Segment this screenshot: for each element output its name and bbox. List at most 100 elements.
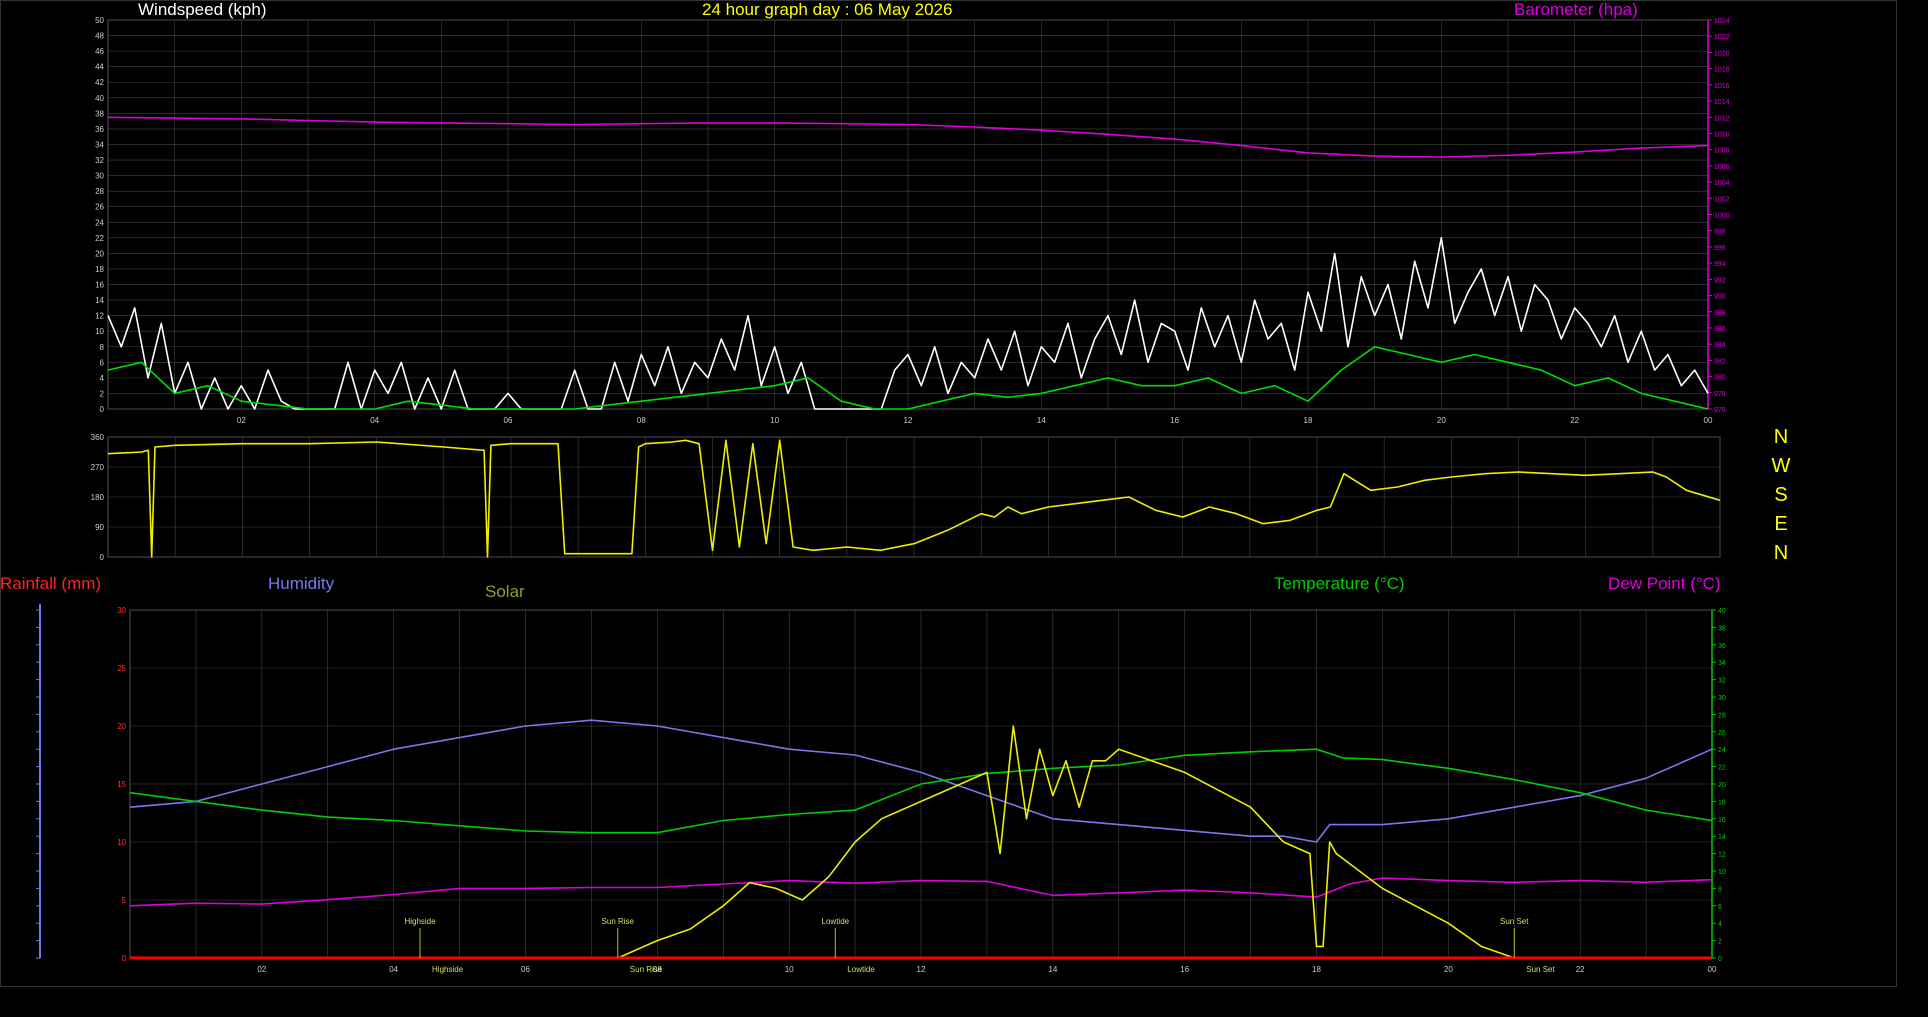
y2-tick-label: 976 (1714, 407, 1726, 414)
x-tick-label: 04 (389, 965, 398, 974)
y-tick-label: 36 (95, 125, 104, 134)
y-tick-label: 40 (95, 94, 104, 103)
y2-tick-label: 988 (1714, 310, 1726, 317)
humidity-label: Humidity (268, 574, 335, 593)
x-tick-label: 12 (917, 965, 926, 974)
y2-tick-label: 20 (1718, 782, 1726, 789)
y-tick-label: 50 (95, 16, 104, 25)
x-tick-label: 00 (1704, 416, 1713, 425)
x-tick-label: 12 (904, 416, 913, 425)
climate-panel: 0510152025300246810121416182022242628303… (36, 604, 1726, 974)
y2-tick-label: 992 (1714, 277, 1726, 284)
y-tick-label: 48 (95, 32, 104, 41)
y-tick-label: 0 (122, 954, 127, 963)
y-tick-label: 2 (100, 389, 105, 398)
barometer-label: Barometer (hpa) (1514, 0, 1638, 19)
y2-tick-label: 990 (1714, 294, 1726, 301)
y-tick-label: 32 (95, 156, 104, 165)
wind-panel: 0246810121416182022242628303234363840424… (95, 16, 1730, 425)
event-axis-label: Sun Set (1526, 965, 1555, 974)
y-tick-label: 0 (100, 405, 105, 414)
y2-tick-label: 32 (1718, 678, 1726, 685)
compass-e: E (1774, 513, 1788, 535)
y2-tick-label: 980 (1714, 375, 1726, 382)
y-tick-label: 8 (100, 343, 105, 352)
y2-tick-label: 994 (1714, 261, 1726, 268)
y2-tick-label: 8 (1718, 886, 1722, 893)
y2-tick-label: 1012 (1714, 115, 1730, 122)
x-tick-label: 22 (1576, 965, 1585, 974)
y2-tick-label: 1018 (1714, 67, 1730, 74)
y-tick-label: 24 (95, 218, 104, 227)
x-tick-label: 00 (1708, 965, 1717, 974)
y-tick-label: 360 (91, 433, 105, 442)
y-tick-label: 10 (95, 327, 104, 336)
y2-tick-label: 38 (1718, 625, 1726, 632)
compass-n-bottom: N (1773, 542, 1789, 564)
x-tick-label: 10 (785, 965, 794, 974)
x-tick-label: 14 (1037, 416, 1046, 425)
y-tick-label: 46 (95, 47, 104, 56)
y2-tick-label: 22 (1718, 765, 1726, 772)
event-axis-label: Highside (432, 965, 464, 974)
y2-tick-label: 14 (1718, 834, 1726, 841)
graph-title: 24 hour graph day : 06 May 2026 (702, 0, 953, 19)
y2-tick-label: 1000 (1714, 213, 1730, 220)
event-label: Highside (404, 917, 436, 926)
y-tick-label: 18 (95, 265, 104, 274)
y2-tick-label: 1002 (1714, 196, 1730, 203)
y2-tick-label: 10 (1718, 869, 1726, 876)
y2-tick-label: 18 (1718, 799, 1726, 806)
y2-tick-label: 40 (1718, 608, 1726, 615)
y2-tick-label: 1020 (1714, 50, 1730, 57)
windspeed-label: Windspeed (kph) (138, 0, 267, 19)
y2-tick-label: 30 (1718, 695, 1726, 702)
y-tick-label: 25 (117, 664, 126, 673)
x-tick-label: 10 (770, 416, 779, 425)
event-axis-label: Lowtide (847, 965, 875, 974)
y-tick-label: 15 (117, 780, 126, 789)
y2-tick-label: 36 (1718, 643, 1726, 650)
compass-w: W (1771, 455, 1791, 477)
y-tick-label: 34 (95, 140, 104, 149)
y-tick-label: 10 (117, 838, 126, 847)
weather-graph: 0246810121416182022242628303234363840424… (0, 0, 1897, 987)
y-tick-label: 22 (95, 234, 104, 243)
event-label: Sun Rise (602, 917, 635, 926)
direction-panel: 0 90 180 270 360 (91, 433, 1721, 562)
y2-tick-label: 978 (1714, 391, 1726, 398)
y-tick-label: 6 (100, 358, 105, 367)
y2-tick-label: 26 (1718, 730, 1726, 737)
y2-tick-label: 16 (1718, 817, 1726, 824)
x-tick-label: 02 (257, 965, 266, 974)
y2-tick-label: 24 (1718, 747, 1726, 754)
x-tick-label: 14 (1048, 965, 1057, 974)
y2-tick-label: 1010 (1714, 131, 1730, 138)
x-tick-label: 18 (1312, 965, 1321, 974)
x-tick-label: 18 (1304, 416, 1313, 425)
y2-tick-label: 1004 (1714, 180, 1730, 187)
y2-tick-label: 1014 (1714, 99, 1730, 106)
y-tick-label: 42 (95, 78, 104, 87)
outer-border (0, 0, 1897, 987)
x-tick-label: 06 (521, 965, 530, 974)
y2-tick-label: 1022 (1714, 34, 1730, 41)
y2-tick-label: 1016 (1714, 83, 1730, 90)
y2-tick-label: 6 (1718, 904, 1722, 911)
x-tick-label: 16 (1180, 965, 1189, 974)
y2-tick-label: 1024 (1714, 18, 1730, 25)
solar-label: Solar (485, 582, 525, 601)
event-label: Sun Set (1500, 917, 1529, 926)
compass-s: S (1774, 484, 1788, 506)
y-tick-label: 14 (95, 296, 104, 305)
y-tick-label: 16 (95, 281, 104, 290)
y-tick-label: 270 (91, 463, 105, 472)
y2-tick-label: 996 (1714, 245, 1726, 252)
x-tick-label: 02 (237, 416, 246, 425)
y-tick-label: 20 (95, 249, 104, 258)
x-tick-label: 20 (1444, 965, 1453, 974)
y-tick-label: 30 (95, 172, 104, 181)
x-tick-label: 08 (637, 416, 646, 425)
y-tick-label: 44 (95, 63, 104, 72)
y2-tick-label: 982 (1714, 358, 1726, 365)
